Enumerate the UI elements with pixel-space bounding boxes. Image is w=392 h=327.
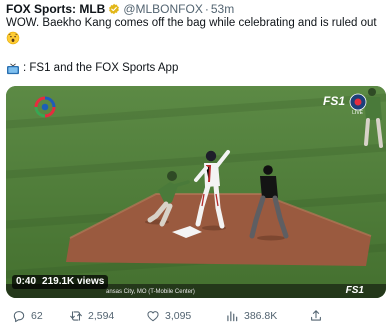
video-duration: 0:40	[16, 276, 37, 287]
tweet-text: WOW. Baekho Kang comes off the bag while…	[6, 17, 377, 29]
retweet-icon	[70, 311, 82, 321]
separator-dot: ·	[204, 2, 209, 16]
handle[interactable]: @MLBONFOX	[123, 2, 203, 16]
timestamp[interactable]: 53m	[211, 2, 234, 16]
video-frame	[6, 86, 386, 298]
tweet-header: FOX Sports: MLB @MLBONFOX · 53m	[6, 2, 386, 16]
share-icon	[311, 310, 321, 321]
video-player[interactable]: FS1 LIVE ansas City, MO (T-Mobile Center…	[6, 86, 386, 298]
views-count: 386.8K	[244, 310, 278, 322]
fs1-bottom-logo: FS1	[345, 285, 364, 296]
video-view-count: 219.1K views	[42, 276, 105, 287]
broadcast-caption: ansas City, MO (T-Mobile Center)	[106, 289, 195, 295]
broadcast-text: : FS1 and the FOX Sports App	[23, 62, 179, 74]
like-button[interactable]: 3,095	[146, 309, 191, 323]
reply-count: 62	[31, 310, 43, 322]
surprised-face-emoji-icon	[6, 31, 20, 45]
retweet-button[interactable]: 2,594	[69, 309, 114, 323]
share-button[interactable]	[309, 309, 323, 323]
fs1-network-logo: FS1	[322, 94, 345, 108]
world-baseball-classic-badge-icon	[349, 93, 367, 111]
display-name[interactable]: FOX Sports: MLB	[6, 2, 105, 16]
television-icon	[7, 63, 19, 74]
views-button[interactable]: 386.8K	[225, 309, 277, 323]
broadcast-line: : FS1 and the FOX Sports App	[6, 61, 178, 76]
video-duration-overlay: 0:40 219.1K views	[12, 275, 109, 289]
heart-icon	[147, 311, 159, 322]
world-baseball-classic-logo-icon	[34, 96, 56, 118]
reply-button[interactable]: 62	[12, 309, 43, 323]
reply-icon	[13, 311, 25, 323]
tweet-actions: 62 2,594 3,095 386.8K	[0, 309, 392, 325]
retweet-count: 2,594	[88, 310, 115, 322]
verified-badge-icon	[109, 3, 120, 15]
live-tag: LIVE	[352, 110, 363, 116]
views-chart-icon	[227, 311, 238, 322]
like-count: 3,095	[165, 310, 192, 322]
